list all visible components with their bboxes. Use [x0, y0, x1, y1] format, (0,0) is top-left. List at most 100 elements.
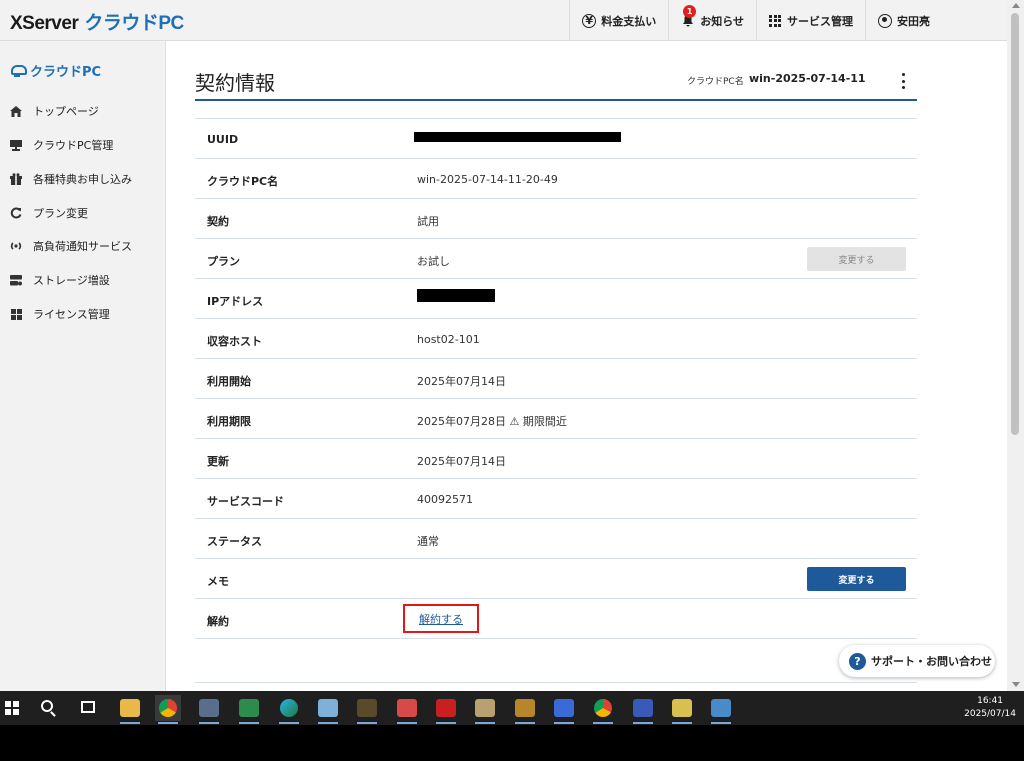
header-nav: ¥ 料金支払い 1 お知らせ サービス管理 安田亮	[569, 0, 1007, 41]
help-icon: ?	[849, 652, 866, 670]
sidebar-title-label: クラウドPC	[30, 65, 102, 80]
paint-icon[interactable]	[472, 695, 498, 724]
redacted-ip	[417, 289, 495, 302]
clock-date: 2025/07/14	[964, 709, 1016, 719]
table-row: 更新 2025年07月14日	[195, 439, 917, 479]
server-icon	[10, 139, 22, 151]
edge-icon[interactable]	[276, 695, 302, 724]
title-divider	[195, 99, 917, 101]
explorer-icon[interactable]	[117, 695, 143, 724]
row-value: 試用	[417, 215, 439, 228]
bottom-divider	[195, 682, 917, 683]
sidebar-item-top[interactable]: トップページ	[10, 103, 99, 119]
scroll-up-icon[interactable]	[1012, 3, 1020, 8]
refresh-icon	[10, 207, 22, 219]
change-memo-button[interactable]: 変更する	[807, 567, 906, 591]
row-value: 2025年07月14日	[417, 455, 506, 468]
app-icon[interactable]	[669, 695, 695, 724]
row-label: クラウドPC名	[207, 175, 279, 188]
excel-icon[interactable]	[236, 695, 262, 724]
page-scrollbar[interactable]	[1007, 0, 1024, 691]
user-menu[interactable]: 安田亮	[865, 0, 1007, 41]
chrome-icon[interactable]	[590, 695, 616, 724]
row-label: サービスコード	[207, 495, 284, 508]
sidebar-item-label: 高負荷通知サービス	[33, 240, 132, 253]
grid-icon	[769, 14, 781, 27]
table-row: サービスコード 40092571	[195, 479, 917, 519]
scroll-down-icon[interactable]	[1012, 682, 1020, 687]
task-view-icon[interactable]	[81, 701, 95, 713]
row-label: 解約	[207, 615, 229, 628]
more-options-icon[interactable]	[902, 73, 906, 89]
cancel-contract-link[interactable]: 解約する	[419, 611, 463, 627]
table-row: 利用期限 2025年07月28日 ⚠ 期限間近	[195, 399, 917, 439]
user-icon	[878, 13, 892, 28]
row-label: UUID	[207, 133, 239, 146]
table-row: ステータス 通常	[195, 519, 917, 559]
sidebar-title[interactable]: クラウドPC	[10, 61, 101, 80]
table-row: 利用開始 2025年07月14日	[195, 359, 917, 399]
table-row: 解約 解約する	[195, 599, 917, 639]
photos-icon[interactable]	[708, 695, 734, 724]
sidebar-item-label: トップページ	[33, 105, 99, 118]
redacted-uuid	[414, 132, 621, 142]
table-row: 収容ホスト host02-101	[195, 319, 917, 359]
calculator-icon[interactable]	[196, 695, 222, 724]
row-label: 収容ホスト	[207, 335, 262, 348]
game-icon[interactable]	[354, 695, 380, 724]
table-row: UUID	[195, 119, 917, 159]
row-value: win-2025-07-14-11-20-49	[417, 173, 558, 186]
sidebar-item-label: プラン変更	[33, 207, 88, 220]
cancel-highlight-box: 解約する	[403, 604, 479, 633]
notifications-label: お知らせ	[700, 14, 744, 28]
sidebar-item-label: ストレージ増設	[33, 274, 110, 287]
sidebar-item-high-load[interactable]: 高負荷通知サービス	[10, 238, 132, 254]
yen-icon: ¥	[582, 13, 597, 28]
sidebar-item-license[interactable]: ライセンス管理	[10, 306, 110, 322]
cloud-pc-icon	[10, 64, 27, 77]
puzzle-icon[interactable]	[551, 695, 577, 724]
chrome-icon[interactable]	[155, 695, 181, 724]
row-label: 利用開始	[207, 375, 251, 388]
row-value: 40092571	[417, 493, 473, 506]
app-icon[interactable]	[394, 695, 420, 724]
scrollbar-thumb[interactable]	[1011, 13, 1019, 435]
tools-icon[interactable]	[512, 695, 538, 724]
remote-desktop-icon[interactable]	[630, 695, 656, 724]
sidebar-item-label: ライセンス管理	[33, 308, 110, 321]
row-value: 2025年07月14日	[417, 375, 506, 388]
services-label: サービス管理	[787, 14, 853, 28]
change-plan-button[interactable]: 変更する	[807, 247, 906, 271]
xserver-logo[interactable]: XServer クラウドPC	[10, 8, 184, 35]
sidebar-item-plan-change[interactable]: プラン変更	[10, 205, 88, 221]
windows-taskbar: 16:41 2025/07/14	[0, 691, 1024, 725]
support-button[interactable]: ? サポート・お問い合わせ	[839, 645, 995, 677]
start-icon[interactable]	[5, 701, 19, 715]
notification-badge: 1	[683, 4, 697, 18]
row-label: 更新	[207, 455, 229, 468]
sidebar-item-storage[interactable]: ストレージ増設	[10, 272, 110, 288]
user-name: 安田亮	[897, 14, 930, 28]
main-content: 契約情報 クラウドPC名 win-2025-07-14-11 UUID クラウド…	[166, 41, 1007, 691]
notifications-nav[interactable]: 1 お知らせ	[668, 0, 756, 41]
row-label: プラン	[207, 255, 240, 268]
services-nav[interactable]: サービス管理	[756, 0, 865, 41]
taskbar-clock[interactable]: 16:41 2025/07/14	[964, 695, 1016, 721]
app-icon[interactable]	[315, 695, 341, 724]
sidebar-item-benefits[interactable]: 各種特典お申し込み	[10, 171, 132, 187]
billing-nav[interactable]: ¥ 料金支払い	[569, 0, 668, 41]
table-row: クラウドPC名 win-2025-07-14-11-20-49	[195, 159, 917, 199]
table-row: IPアドレス	[195, 279, 917, 319]
fx-icon[interactable]	[433, 695, 459, 724]
logo-main: XServer	[10, 13, 79, 34]
table-row: 契約 試用	[195, 199, 917, 239]
sidebar-item-cloudpc[interactable]: クラウドPC管理	[10, 137, 113, 153]
search-icon[interactable]	[41, 700, 53, 712]
row-label: 利用期限	[207, 415, 251, 428]
pcname-label: クラウドPC名	[687, 77, 744, 87]
sidebar-item-label: クラウドPC管理	[33, 139, 114, 152]
pcname-value: win-2025-07-14-11	[749, 72, 866, 85]
top-header: XServer クラウドPC ¥ 料金支払い 1 お知らせ サービス管理 安田亮	[0, 0, 1007, 41]
table-row: メモ 変更する	[195, 559, 917, 599]
gift-icon	[10, 173, 22, 185]
